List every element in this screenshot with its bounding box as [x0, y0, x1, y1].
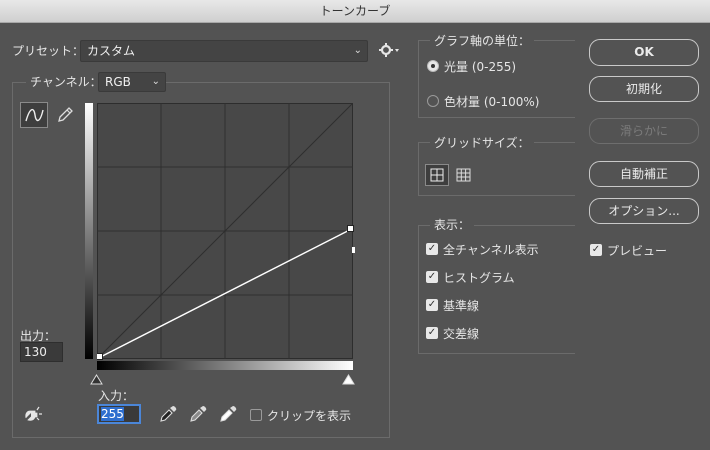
curve-point-tool[interactable] [20, 102, 48, 128]
display-title: 表示： [430, 216, 475, 234]
window-title: トーンカーブ [0, 0, 710, 23]
channel-label: チャンネル： [26, 73, 106, 91]
input-gradient-bar [97, 361, 353, 370]
all-channels-checkbox[interactable]: ✓ [426, 243, 438, 255]
preset-gear-button[interactable] [378, 40, 400, 60]
options-button[interactable]: オプション... [589, 198, 699, 224]
histogram-label: ヒストグラム [443, 271, 515, 285]
chevron-down-icon: ⌄ [151, 76, 160, 87]
eyedropper-gray-icon [190, 406, 207, 422]
channel-value: RGB [105, 75, 131, 89]
triangle-up-icon [90, 374, 103, 385]
preset-label: プリセット： [12, 44, 85, 58]
gear-icon [379, 43, 399, 57]
eyedropper-black-icon [160, 406, 177, 422]
grid-size-title: グリッドサイズ： [430, 134, 534, 152]
curve-graph[interactable] [97, 103, 354, 360]
preset-select[interactable]: カスタム ⌄ [80, 40, 368, 62]
output-gradient-bar [85, 103, 93, 359]
chevron-down-icon: ⌄ [353, 45, 362, 56]
light-radio-label: 光量 (0-255) [444, 60, 517, 74]
baseline-label: 基準線 [443, 299, 480, 313]
eyedropper-white-icon [220, 406, 237, 422]
input-field[interactable]: 255 [97, 404, 141, 424]
output-field[interactable]: 130 [20, 342, 63, 362]
curve-icon [25, 108, 44, 122]
pigment-radio[interactable] [427, 95, 439, 107]
grid-detailed-button[interactable] [453, 164, 475, 186]
preview-label: プレビュー [607, 244, 668, 258]
input-label: 入力： [98, 389, 135, 403]
intersection-checkbox[interactable]: ✓ [426, 327, 438, 339]
light-radio[interactable] [427, 60, 439, 72]
grid-4-icon [430, 168, 444, 182]
black-eyedropper-button[interactable] [158, 404, 178, 424]
reset-button[interactable]: 初期化 [589, 76, 699, 102]
curve-point-white[interactable] [347, 225, 354, 232]
grid-10-icon [456, 168, 471, 182]
grid-simple-button[interactable] [425, 164, 449, 186]
channel-select[interactable]: RGB ⌄ [98, 72, 166, 92]
ok-button[interactable]: OK [589, 39, 699, 66]
pencil-tool[interactable] [54, 104, 76, 126]
preview-checkbox[interactable]: ✓ [590, 244, 602, 256]
input-value: 255 [101, 407, 124, 421]
gray-eyedropper-button[interactable] [188, 404, 208, 424]
baseline-checkbox[interactable]: ✓ [426, 299, 438, 311]
auto-button[interactable]: 自動補正 [589, 161, 699, 187]
triangle-up-icon [342, 374, 355, 385]
hand-icon [25, 406, 42, 421]
black-point-slider[interactable] [90, 374, 103, 388]
white-eyedropper-button[interactable] [218, 404, 238, 424]
pigment-radio-label: 色材量 (0-100%) [444, 95, 540, 109]
target-adjust-tool[interactable] [22, 404, 44, 424]
preset-value: カスタム [87, 44, 136, 58]
all-channels-label: 全チャンネル表示 [443, 243, 539, 257]
clip-checkbox[interactable] [250, 409, 262, 421]
graph-units-title: グラフ軸の単位： [430, 32, 535, 50]
curve-point-black[interactable] [97, 353, 103, 360]
white-point-slider[interactable] [342, 374, 355, 388]
output-marker [352, 247, 355, 253]
histogram-checkbox[interactable]: ✓ [426, 271, 438, 283]
smooth-button[interactable]: 滑らかに [589, 118, 699, 144]
intersection-label: 交差線 [443, 327, 480, 341]
pencil-icon [58, 107, 73, 122]
clip-label: クリップを表示 [267, 409, 352, 423]
